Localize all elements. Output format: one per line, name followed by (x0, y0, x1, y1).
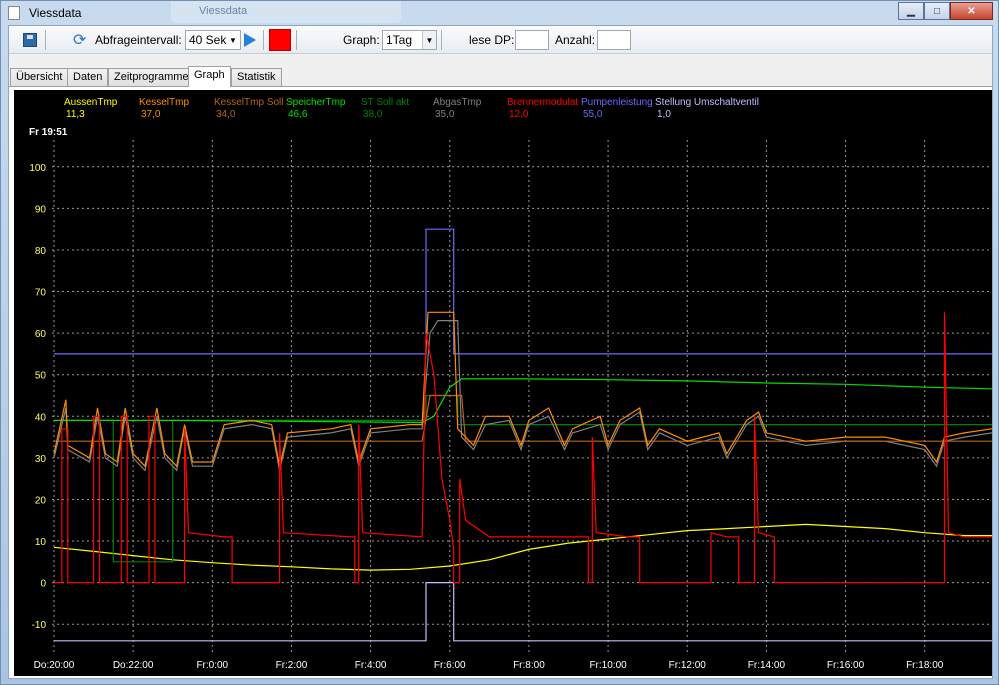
graph-panel: AussenTmp 11,3 KesselTmp 37,0 KesselTmp Soll… (9, 86, 992, 678)
count-label: Anzahl: (555, 33, 596, 47)
legend-name: Pumpenleistung (581, 97, 653, 108)
minimize-button[interactable]: ▁ (898, 2, 924, 20)
y-tick-label: 0 (40, 579, 46, 590)
refresh-button[interactable]: ⟳ (73, 26, 86, 54)
chart-background (14, 90, 992, 676)
interval-combobox[interactable]: 40 Sek ▼ (185, 30, 241, 50)
y-tick-label: 90 (35, 204, 47, 215)
y-tick-label: 60 (35, 329, 47, 340)
start-button[interactable] (244, 26, 256, 54)
chevron-down-icon[interactable]: ▼ (226, 31, 240, 49)
y-tick-label: 50 (35, 371, 47, 382)
tab-daten[interactable]: Daten (67, 68, 109, 86)
graph-label: Graph: (343, 33, 380, 47)
legend-name: KesselTmp Soll (214, 97, 283, 108)
interval-label: Abfrageintervall: (95, 33, 182, 47)
chevron-down-icon[interactable]: ▼ (422, 31, 436, 49)
tab-statistik[interactable]: Statistik (231, 68, 282, 86)
status-indicator (269, 26, 291, 54)
y-tick-label: 30 (35, 454, 47, 465)
refresh-icon: ⟳ (73, 32, 87, 49)
x-tick-label: Fr:14:00 (748, 660, 786, 671)
save-button[interactable] (23, 26, 37, 54)
legend-value: 46,6 (288, 109, 308, 120)
background-window-tab: Viessdata (171, 1, 401, 23)
legend-value: 1,0 (657, 109, 671, 120)
toolbar-separator (296, 30, 297, 50)
app-window: Viessdata Viessdata ▁ □ ✕ ⟳ Abfrageinter… (0, 0, 999, 685)
graph-range-value: 1Tag (386, 33, 413, 47)
x-tick-label: Fr:4:00 (355, 660, 387, 671)
tab-zeitprogramme[interactable]: Zeitprogramme (108, 68, 195, 86)
legend-value: 35,0 (435, 109, 455, 120)
read-dp-input[interactable] (515, 30, 549, 50)
legend-name: AussenTmp (64, 97, 118, 108)
y-tick-label: 70 (35, 288, 47, 299)
y-tick-label: 100 (29, 163, 46, 174)
legend-name: KesselTmp (139, 97, 189, 108)
legend-value: 37,0 (141, 109, 161, 120)
maximize-button[interactable]: □ (924, 2, 950, 20)
toolbar: ⟳ Abfrageintervall: 40 Sek ▼ Graph: 1Tag (9, 26, 992, 54)
status-light-icon (269, 29, 291, 51)
legend-name: SpeicherTmp (286, 97, 346, 108)
tab-graph[interactable]: Graph (188, 66, 231, 87)
y-tick-label: 20 (35, 495, 47, 506)
cursor-time-label: Fr 19:51 (29, 127, 68, 138)
y-tick-label: -10 (32, 620, 47, 631)
temperature-chart[interactable]: AussenTmp11,3 KesselTmp37,0 KesselTmp Soll… (14, 90, 992, 676)
window-title: Viessdata (29, 6, 82, 20)
legend-name: Brennermodulat (507, 97, 578, 108)
x-tick-label: Fr:18:00 (906, 660, 944, 671)
x-tick-label: Fr:0:00 (196, 660, 228, 671)
toolbar-separator (441, 30, 442, 50)
graph-range-combobox[interactable]: 1Tag ▼ (382, 30, 437, 50)
legend-value: 11,3 (66, 109, 85, 120)
x-tick-label: Do:20:00 (34, 660, 75, 671)
count-input[interactable] (597, 30, 631, 50)
close-button[interactable]: ✕ (950, 2, 993, 20)
client-area: ⟳ Abfrageintervall: 40 Sek ▼ Graph: 1Tag (8, 25, 993, 679)
save-icon (23, 33, 37, 47)
y-tick-label: 10 (35, 537, 47, 548)
y-tick-label: 80 (35, 246, 47, 257)
legend-value: 12,0 (509, 109, 529, 120)
legend-value: 55,0 (583, 109, 603, 120)
toolbar-separator (45, 30, 46, 50)
app-icon (8, 6, 20, 20)
read-dp-label: lese DP: (469, 33, 515, 47)
tab-uebersicht[interactable]: Übersicht (10, 68, 69, 86)
title-bar[interactable]: Viessdata Viessdata ▁ □ ✕ (1, 1, 998, 25)
legend-name: ST Soll akt (361, 97, 409, 108)
background-window-title: Viessdata (199, 5, 248, 17)
toolbar-separator (263, 30, 264, 50)
interval-value: 40 Sek (189, 33, 227, 47)
x-tick-label: Do:22:00 (113, 660, 154, 671)
x-tick-label: Fr:6:00 (434, 660, 466, 671)
x-tick-label: Fr:2:00 (276, 660, 308, 671)
y-tick-label: 40 (35, 412, 47, 423)
x-tick-label: Fr:16:00 (827, 660, 865, 671)
x-tick-label: Fr:12:00 (669, 660, 707, 671)
x-tick-label: Fr:8:00 (513, 660, 545, 671)
legend-value: 34,0 (216, 109, 236, 120)
x-tick-label: Fr:10:00 (589, 660, 627, 671)
play-icon (244, 33, 256, 47)
legend-name: AbgasTmp (433, 97, 482, 108)
legend-name: Stellung Umschaltventil (655, 97, 759, 108)
legend-value: 38,0 (363, 109, 383, 120)
